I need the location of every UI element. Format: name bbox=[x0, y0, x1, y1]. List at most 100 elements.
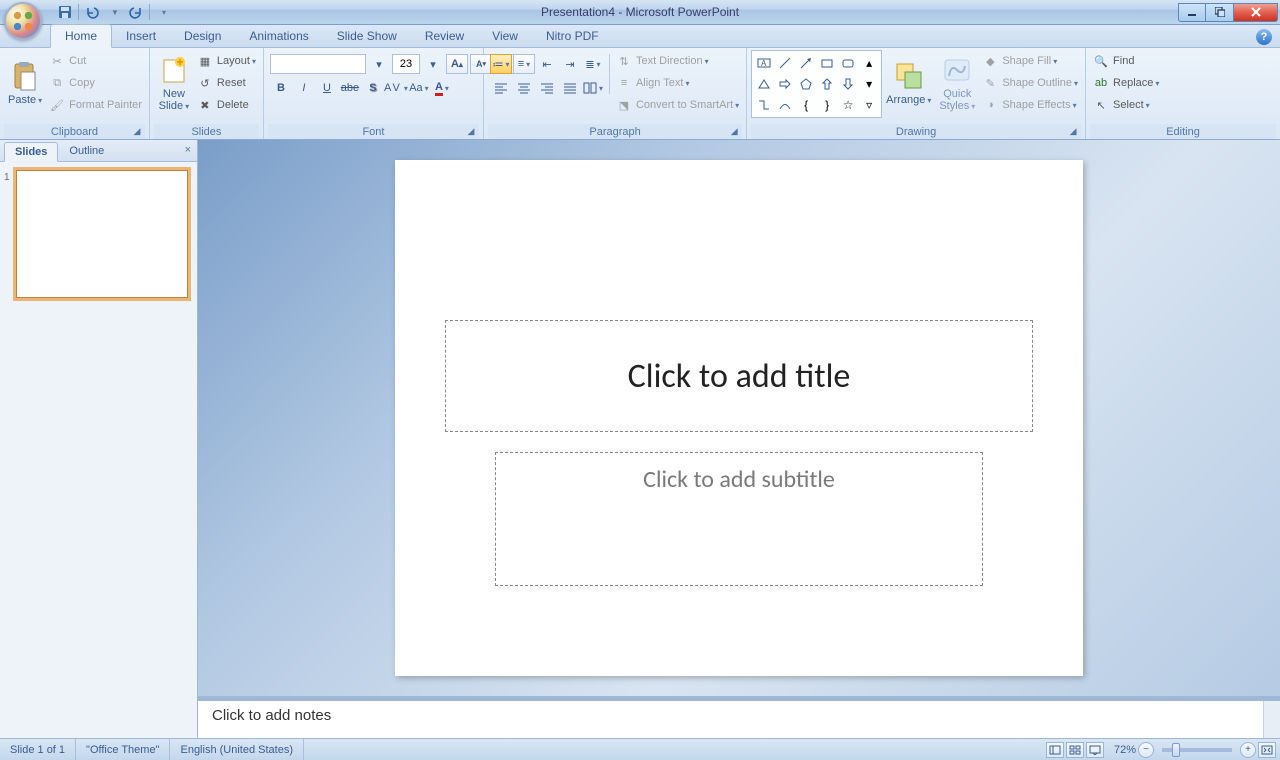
subtitle-placeholder[interactable]: Click to add subtitle bbox=[495, 452, 983, 586]
copy-button[interactable]: ⧉Copy bbox=[46, 72, 145, 94]
align-center-button[interactable] bbox=[513, 78, 535, 98]
underline-button[interactable]: U bbox=[316, 78, 338, 98]
zoom-fit-button[interactable] bbox=[1258, 742, 1276, 758]
layout-button[interactable]: ▦Layout▾ bbox=[194, 50, 259, 72]
tab-insert[interactable]: Insert bbox=[112, 25, 170, 47]
zoom-value[interactable]: 72% bbox=[1114, 744, 1136, 756]
decrease-indent-button[interactable]: ⇤ bbox=[536, 54, 558, 74]
undo-icon[interactable] bbox=[81, 2, 103, 22]
redo-icon[interactable] bbox=[125, 2, 147, 22]
line-spacing-button[interactable]: ≣▾ bbox=[582, 54, 604, 74]
shape-line-icon[interactable] bbox=[775, 53, 795, 73]
find-button[interactable]: 🔍Find bbox=[1090, 50, 1162, 72]
drawing-launcher-icon[interactable]: ◢ bbox=[1067, 126, 1079, 138]
grow-font-button[interactable]: A▴ bbox=[446, 54, 468, 74]
text-direction-button[interactable]: ⇅Text Direction▾ bbox=[613, 50, 742, 72]
shape-pentagon-icon[interactable] bbox=[796, 74, 816, 94]
char-spacing-button[interactable]: AV▾ bbox=[385, 78, 407, 98]
view-normal-button[interactable] bbox=[1046, 742, 1064, 758]
zoom-slider[interactable] bbox=[1162, 748, 1232, 752]
change-case-button[interactable]: Aa▾ bbox=[408, 78, 430, 98]
strike-button[interactable]: abe bbox=[339, 78, 361, 98]
bold-button[interactable]: B bbox=[270, 78, 292, 98]
shapes-gallery[interactable]: A ▴ ▾ { } ☆ ▿ bbox=[751, 50, 882, 118]
close-button[interactable] bbox=[1234, 3, 1278, 22]
replace-button[interactable]: abReplace▾ bbox=[1090, 72, 1162, 94]
slide-thumbnail[interactable]: 1 bbox=[4, 170, 193, 298]
shape-fill-button[interactable]: ◆Shape Fill▾ bbox=[979, 50, 1081, 72]
shape-roundrect-icon[interactable] bbox=[838, 53, 858, 73]
format-painter-button[interactable]: 🖌Format Painter bbox=[46, 94, 145, 116]
reset-button[interactable]: ↺Reset bbox=[194, 72, 259, 94]
zoom-in-button[interactable]: + bbox=[1240, 742, 1256, 758]
shape-arrow-icon[interactable] bbox=[796, 53, 816, 73]
status-theme[interactable]: "Office Theme" bbox=[76, 739, 170, 760]
shape-rarrow-icon[interactable] bbox=[775, 74, 795, 94]
select-button[interactable]: ↖Select▾ bbox=[1090, 94, 1162, 116]
notes-scrollbar[interactable] bbox=[1263, 701, 1280, 738]
undo-dropdown-icon[interactable]: ▼ bbox=[103, 2, 125, 22]
shape-triangle-icon[interactable] bbox=[754, 74, 774, 94]
shape-textbox-icon[interactable]: A bbox=[754, 53, 774, 73]
font-launcher-icon[interactable]: ◢ bbox=[465, 126, 477, 138]
tab-slideshow[interactable]: Slide Show bbox=[323, 25, 411, 47]
align-left-button[interactable] bbox=[490, 78, 512, 98]
font-name-dropdown-icon[interactable]: ▾ bbox=[368, 54, 390, 74]
pane-tab-slides[interactable]: Slides bbox=[4, 142, 58, 162]
pane-tab-outline[interactable]: Outline bbox=[58, 141, 115, 161]
title-placeholder[interactable]: Click to add title bbox=[445, 320, 1033, 432]
cut-button[interactable]: ✂Cut bbox=[46, 50, 145, 72]
font-size-input[interactable] bbox=[392, 54, 420, 74]
justify-button[interactable] bbox=[559, 78, 581, 98]
shapes-more-icon[interactable]: ▿ bbox=[859, 95, 879, 115]
tab-view[interactable]: View bbox=[478, 25, 532, 47]
shape-uparrow-icon[interactable] bbox=[817, 74, 837, 94]
notes-pane[interactable]: Click to add notes bbox=[198, 700, 1280, 738]
office-button[interactable] bbox=[4, 2, 42, 40]
columns-button[interactable]: ▾ bbox=[582, 78, 604, 98]
quick-styles-button[interactable]: Quick Styles▾ bbox=[935, 50, 979, 116]
view-slideshow-button[interactable] bbox=[1086, 742, 1104, 758]
font-size-dropdown-icon[interactable]: ▾ bbox=[422, 54, 444, 74]
shape-curve-icon[interactable] bbox=[775, 95, 795, 115]
align-right-button[interactable] bbox=[536, 78, 558, 98]
shape-downarrow-icon[interactable] bbox=[838, 74, 858, 94]
new-slide-button[interactable]: New Slide▾ bbox=[154, 50, 194, 116]
increase-indent-button[interactable]: ⇥ bbox=[559, 54, 581, 74]
shadow-button[interactable]: S bbox=[362, 78, 384, 98]
bullets-button[interactable]: ≔▾ bbox=[490, 54, 512, 74]
maximize-button[interactable] bbox=[1206, 3, 1234, 22]
shape-lbrace-icon[interactable]: { bbox=[796, 95, 816, 115]
numbering-button[interactable]: ≡▾ bbox=[513, 54, 535, 74]
align-text-button[interactable]: ≡Align Text▾ bbox=[613, 72, 742, 94]
paragraph-launcher-icon[interactable]: ◢ bbox=[728, 126, 740, 138]
font-color-button[interactable]: A▾ bbox=[431, 78, 453, 98]
minimize-button[interactable] bbox=[1178, 3, 1206, 22]
delete-slide-button[interactable]: ✖Delete bbox=[194, 94, 259, 116]
status-slide[interactable]: Slide 1 of 1 bbox=[0, 739, 76, 760]
tab-nitropdf[interactable]: Nitro PDF bbox=[532, 25, 613, 47]
help-icon[interactable]: ? bbox=[1256, 29, 1272, 45]
tab-review[interactable]: Review bbox=[411, 25, 478, 47]
zoom-thumb[interactable] bbox=[1172, 743, 1180, 757]
thumb-preview[interactable] bbox=[16, 170, 188, 298]
shape-outline-button[interactable]: ✎Shape Outline▾ bbox=[979, 72, 1081, 94]
clipboard-launcher-icon[interactable]: ◢ bbox=[131, 126, 143, 138]
tab-design[interactable]: Design bbox=[170, 25, 235, 47]
font-name-input[interactable] bbox=[270, 54, 366, 74]
tab-animations[interactable]: Animations bbox=[235, 25, 322, 47]
pane-close-icon[interactable]: × bbox=[185, 144, 191, 156]
shapes-scroll-up-icon[interactable]: ▴ bbox=[859, 53, 879, 73]
paste-button[interactable]: Paste▾ bbox=[4, 50, 46, 116]
tab-home[interactable]: Home bbox=[50, 24, 112, 48]
shape-elbow-icon[interactable] bbox=[754, 95, 774, 115]
slide-canvas[interactable]: Click to add title Click to add subtitle bbox=[395, 160, 1083, 676]
shape-effects-button[interactable]: ◑Shape Effects▾ bbox=[979, 94, 1081, 116]
save-icon[interactable] bbox=[54, 2, 76, 22]
view-sorter-button[interactable] bbox=[1066, 742, 1084, 758]
italic-button[interactable]: I bbox=[293, 78, 315, 98]
status-language[interactable]: English (United States) bbox=[170, 739, 304, 760]
shape-rect-icon[interactable] bbox=[817, 53, 837, 73]
qat-customize-icon[interactable]: ▾ bbox=[152, 2, 174, 22]
shape-rbrace-icon[interactable]: } bbox=[817, 95, 837, 115]
